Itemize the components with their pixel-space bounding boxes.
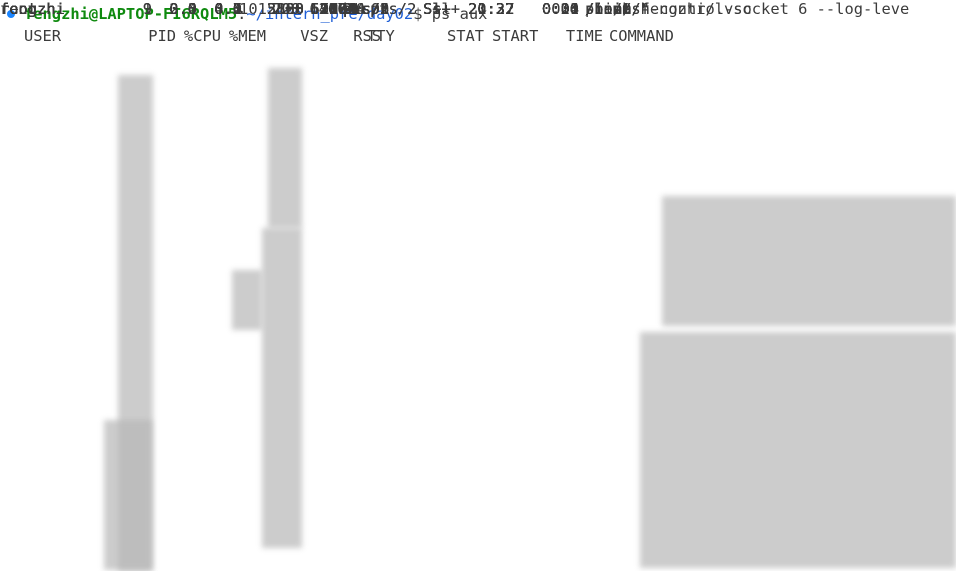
table-row — [24, 113, 956, 135]
table-row — [24, 157, 956, 179]
cell-stat: Sl+ — [423, 0, 451, 18]
redaction-patch — [104, 420, 152, 570]
cell-start: 21:37 — [468, 0, 515, 18]
cell-command: /home/fengzhi/.vsc — [585, 0, 752, 18]
header-vsz: VSZ — [300, 27, 328, 45]
table-row — [24, 135, 956, 157]
redaction-patch — [232, 270, 262, 330]
cell-user: fengzhi — [0, 0, 65, 18]
table-header: USER PID %CPU %MEM VSZ RSS TTY STAT STAR… — [24, 25, 956, 47]
header-command: COMMAND — [609, 27, 674, 45]
header-user: USER — [24, 27, 62, 45]
header-time: TIME — [565, 27, 603, 45]
table-row — [24, 91, 956, 113]
terminal-window[interactable]: fengzhi@LAPTOP-FI6RQLM5:~/intern_pre/day… — [0, 0, 956, 571]
table-row — [24, 69, 956, 91]
cell-time: 0:00 — [541, 0, 579, 18]
table-row — [24, 47, 956, 69]
redaction-patch — [262, 228, 302, 548]
cell-vsz: 1015188 — [239, 0, 304, 18]
redaction-patch — [268, 68, 302, 228]
header-stat: STAT — [447, 27, 485, 45]
redaction-patch — [640, 332, 956, 568]
redaction-patch — [662, 196, 956, 326]
header-start: START — [492, 27, 539, 45]
